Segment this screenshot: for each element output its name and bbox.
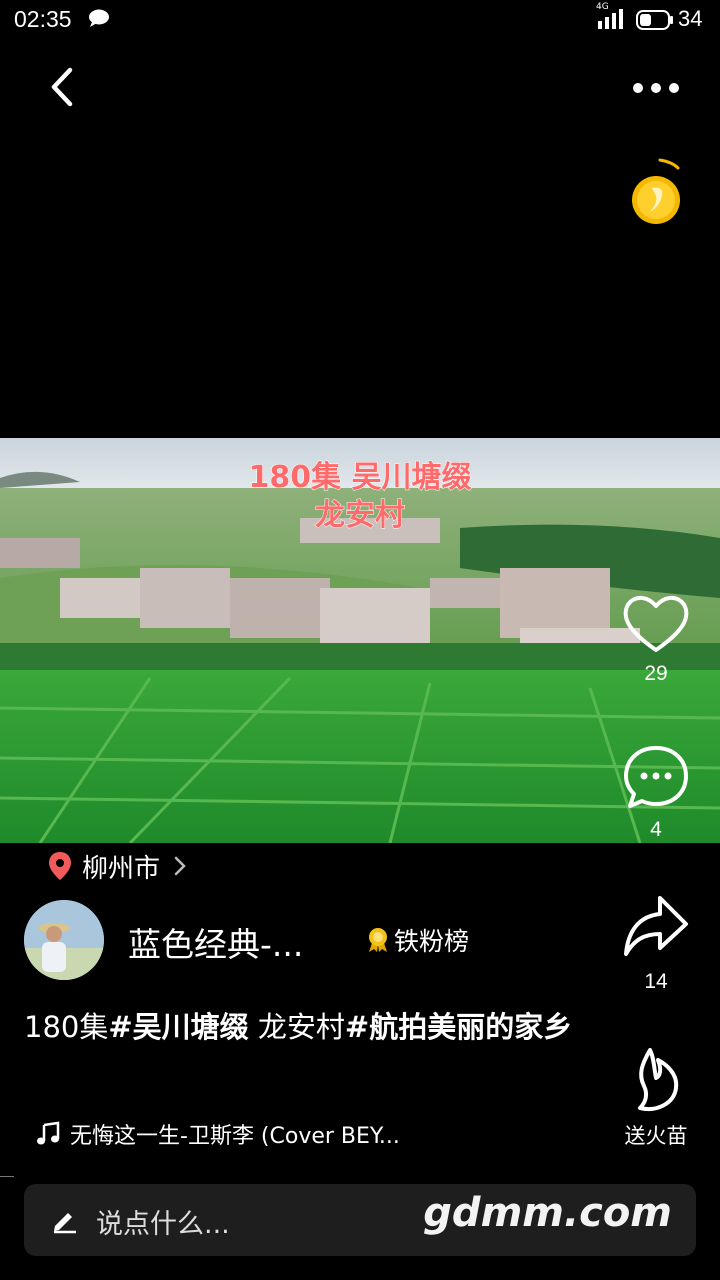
music-title: 无悔这一生-卫斯李 (Cover BEY... xyxy=(70,1124,400,1149)
battery-icon xyxy=(636,10,674,34)
video-caption: 180集#吴川塘缀 龙安村#航拍美丽的家乡 xyxy=(24,1006,584,1048)
author-name[interactable]: 蓝色经典-... xyxy=(128,918,303,966)
heart-icon xyxy=(623,595,689,652)
battery-level: 34 xyxy=(678,6,703,31)
location-pin-icon xyxy=(49,852,71,880)
gold-coin-button[interactable] xyxy=(626,156,688,230)
caption-hashtag-1[interactable]: #吴川塘缀 xyxy=(108,1010,248,1044)
status-time: 02:35 xyxy=(14,6,72,32)
comment-button[interactable]: 4 xyxy=(616,742,696,842)
medal-icon xyxy=(369,928,387,952)
status-bar: 02:35 4G 34 xyxy=(0,0,720,40)
location-city: 柳州市 xyxy=(82,853,161,884)
comment-count: 4 xyxy=(650,818,662,841)
author-photo xyxy=(24,900,104,980)
message-icon xyxy=(88,9,110,31)
share-arrow-icon xyxy=(624,896,688,956)
share-button[interactable]: 14 xyxy=(616,890,696,994)
flame-icon xyxy=(638,1048,679,1111)
comment-input-bar[interactable]: 说点什么... gdmm.com xyxy=(24,1184,696,1256)
location-link[interactable]: 柳州市 xyxy=(48,848,186,884)
caption-prefix: 180集 xyxy=(24,1010,109,1044)
avatar[interactable] xyxy=(24,900,104,980)
like-button[interactable]: 29 xyxy=(616,590,696,686)
share-count: 14 xyxy=(644,970,668,993)
like-count: 29 xyxy=(644,662,668,685)
watermark: gdmm.com xyxy=(423,1190,672,1236)
fire-label: 送火苗 xyxy=(624,1125,688,1148)
video-player[interactable]: 180集 吴川塘缀 龙安村 xyxy=(0,438,720,843)
gold-coin-icon xyxy=(632,158,680,224)
pen-icon xyxy=(54,1213,76,1234)
fans-ranking-label: 铁粉榜 xyxy=(394,927,470,956)
chevron-left-icon xyxy=(51,67,73,107)
signal-icon xyxy=(598,9,626,35)
comment-bubble-icon xyxy=(624,746,688,808)
divider xyxy=(0,1176,14,1177)
caption-hashtag-2[interactable]: #航拍美丽的家乡 xyxy=(345,1010,572,1044)
back-button[interactable] xyxy=(40,62,90,112)
music-note-icon xyxy=(37,1121,60,1145)
more-button[interactable] xyxy=(626,70,686,106)
music-info[interactable]: 无悔这一生-卫斯李 (Cover BEY... xyxy=(36,1118,400,1150)
fire-button[interactable]: 送火苗 xyxy=(616,1044,696,1150)
fans-ranking-link[interactable]: 铁粉榜 xyxy=(366,922,469,958)
chevron-right-icon xyxy=(174,856,186,876)
more-dots-icon xyxy=(633,83,679,93)
comment-placeholder: 说点什么... xyxy=(96,1209,230,1240)
caption-middle: 龙安村 xyxy=(248,1010,345,1044)
video-title-line2: 龙安村 xyxy=(315,498,406,534)
